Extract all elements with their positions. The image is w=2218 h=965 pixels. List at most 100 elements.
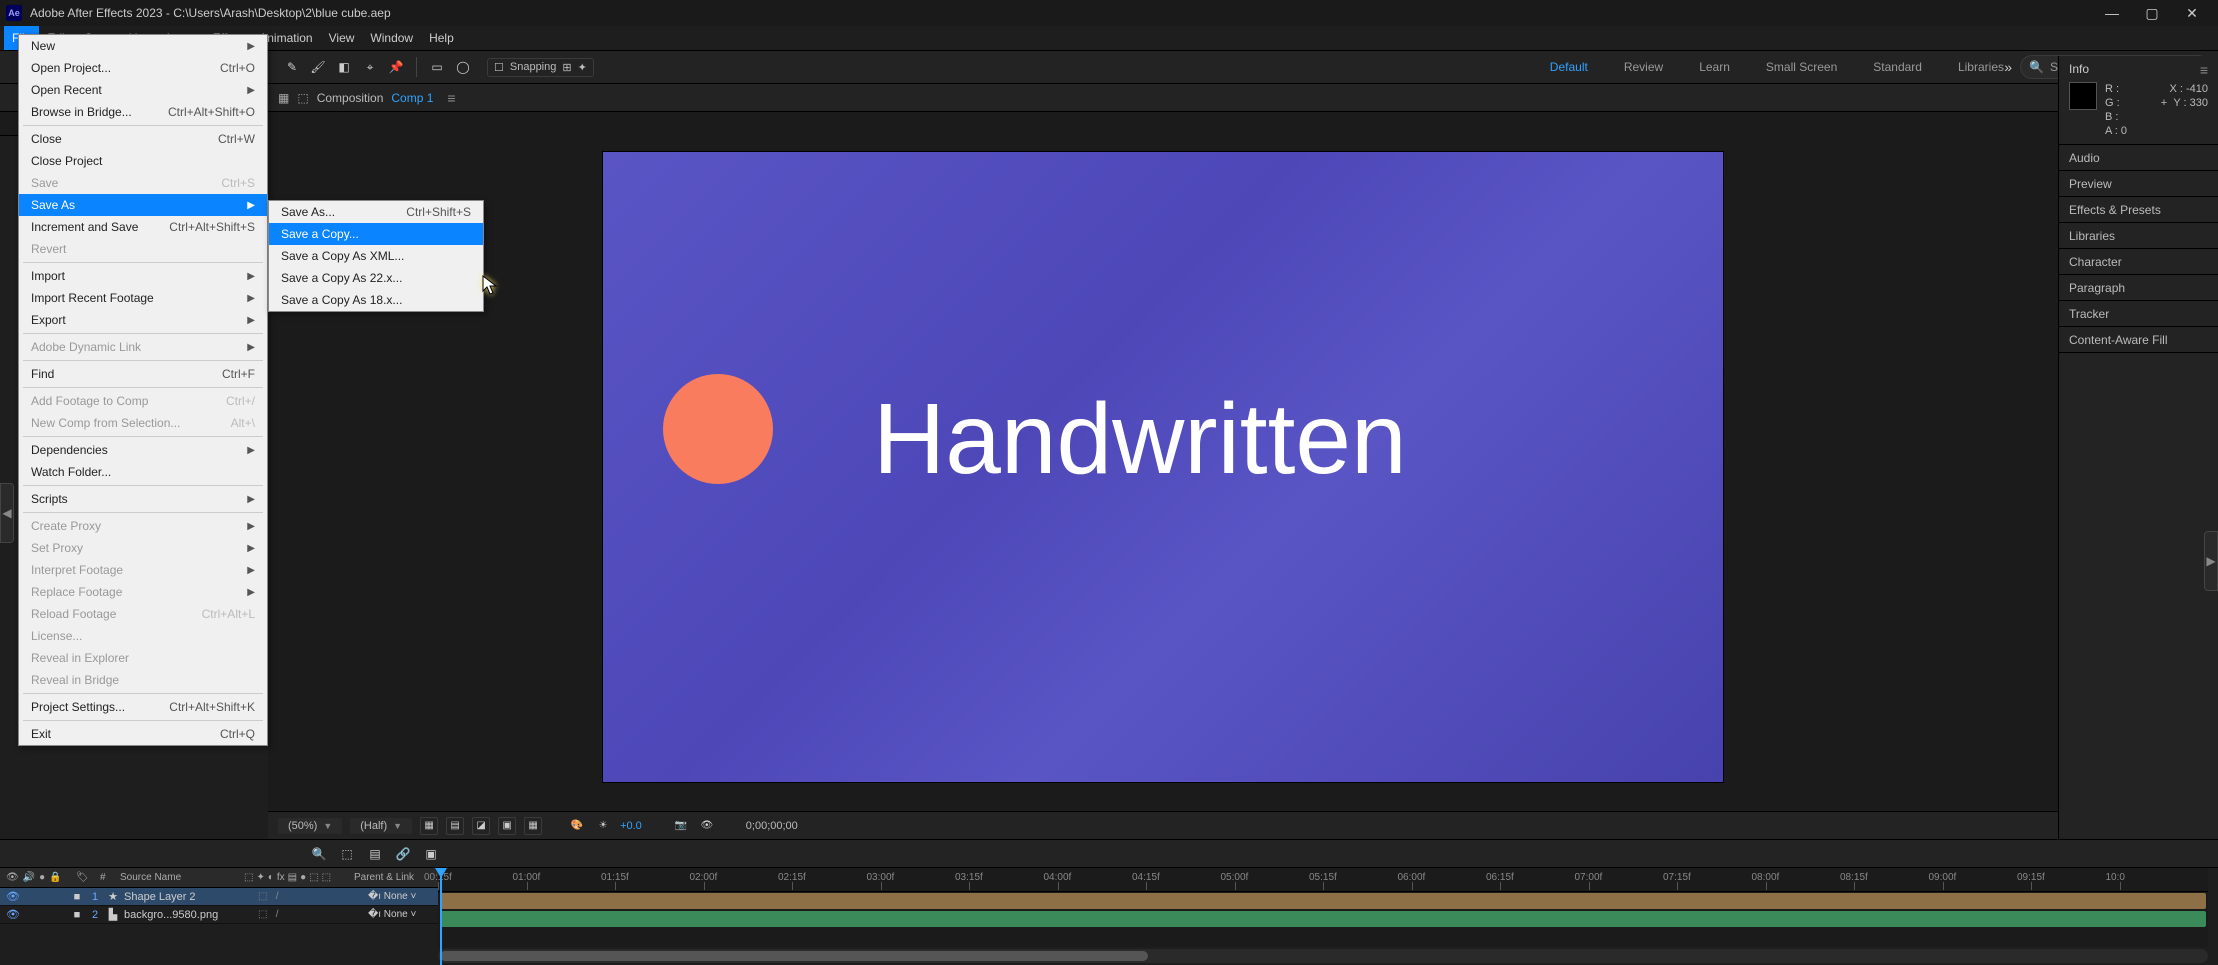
timeline-track-area[interactable]: [438, 892, 2208, 947]
minimize-button[interactable]: —: [2092, 0, 2132, 26]
timecode-display[interactable]: 0;00;00;00: [746, 820, 798, 832]
workspace-default[interactable]: Default: [1546, 58, 1592, 76]
file-menu-exit[interactable]: ExitCtrl+Q: [19, 723, 267, 745]
file-menu-dependencies[interactable]: Dependencies▶: [19, 439, 267, 461]
right-expand-handle[interactable]: ▶: [2204, 531, 2218, 591]
workspace-review[interactable]: Review: [1620, 58, 1667, 76]
file-menu-import-recent-footage[interactable]: Import Recent Footage▶: [19, 287, 267, 309]
file-menu-browse-in-bridge[interactable]: Browse in Bridge...Ctrl+Alt+Shift+O: [19, 101, 267, 123]
maximize-button[interactable]: ▢: [2132, 0, 2172, 26]
layer-switches[interactable]: ⬚ /: [258, 909, 368, 920]
tl-shy-icon[interactable]: ⬚: [338, 845, 356, 863]
panel-libraries[interactable]: Libraries: [2059, 223, 2218, 249]
eraser-tool-icon[interactable]: ◧: [334, 57, 354, 77]
layer-row-2[interactable]: 👁■2▙backgro...9580.png⬚ / �ı None ˅: [0, 906, 438, 924]
layer-name[interactable]: Shape Layer 2: [120, 891, 258, 903]
lock-column-icon[interactable]: 🔒: [49, 872, 61, 883]
file-menu-import[interactable]: Import▶: [19, 265, 267, 287]
workspace-learn[interactable]: Learn: [1695, 58, 1734, 76]
composition-name[interactable]: Comp 1: [391, 91, 433, 105]
close-button[interactable]: ✕: [2172, 0, 2212, 26]
color-mgmt-icon[interactable]: 🎨: [568, 817, 586, 835]
left-expand-handle[interactable]: ◀: [0, 483, 14, 543]
menu-window[interactable]: Window: [362, 26, 421, 50]
layer-name[interactable]: backgro...9580.png: [120, 909, 258, 921]
saveas-save-a-copy-as-x[interactable]: Save a Copy As 18.x...: [269, 289, 483, 311]
snapping-toggle[interactable]: ☐ Snapping ⊞ ✦: [487, 58, 594, 77]
file-menu-increment-and-save[interactable]: Increment and SaveCtrl+Alt+Shift+S: [19, 216, 267, 238]
workspace-standard[interactable]: Standard: [1869, 58, 1926, 76]
mask-icon[interactable]: ◪: [472, 817, 490, 835]
eye-icon[interactable]: 👁: [6, 890, 20, 903]
exposure-value[interactable]: +0.0: [620, 820, 642, 832]
audio-column-icon[interactable]: 🔊: [23, 872, 35, 883]
menu-help[interactable]: Help: [421, 26, 462, 50]
overflow-icon[interactable]: »: [2004, 59, 2012, 75]
viewer-stage[interactable]: Handwritten: [268, 112, 2058, 810]
layer-bar-1[interactable]: [440, 893, 2206, 909]
file-menu-open-recent[interactable]: Open Recent▶: [19, 79, 267, 101]
solo-column-icon[interactable]: ●: [39, 872, 45, 883]
panel-menu-icon[interactable]: ≡: [447, 90, 455, 106]
file-menu-project-settings[interactable]: Project Settings...Ctrl+Alt+Shift+K: [19, 696, 267, 718]
tl-link-icon[interactable]: 🔗: [394, 845, 412, 863]
flow-icon[interactable]: ⬚: [297, 91, 308, 105]
label-color[interactable]: ■: [70, 909, 84, 921]
brush-tool-icon[interactable]: 🖌: [308, 57, 328, 77]
timeline-scrollbar[interactable]: [438, 949, 2208, 963]
workspace-small-screen[interactable]: Small Screen: [1762, 58, 1841, 76]
workspace-libraries[interactable]: Libraries: [1954, 58, 2008, 76]
eye-column-icon[interactable]: 👁: [6, 872, 19, 883]
panel-preview[interactable]: Preview: [2059, 171, 2218, 197]
layer-row-1[interactable]: 👁■1★Shape Layer 2⬚ / �ı None ˅: [0, 888, 438, 906]
tl-graph-icon[interactable]: ▣: [422, 845, 440, 863]
file-menu-scripts[interactable]: Scripts▶: [19, 488, 267, 510]
panel-character[interactable]: Character: [2059, 249, 2218, 275]
tl-layers-icon[interactable]: ▤: [366, 845, 384, 863]
ellipse-tool-icon[interactable]: ◯: [453, 57, 473, 77]
file-menu-close[interactable]: CloseCtrl+W: [19, 128, 267, 150]
composition-canvas[interactable]: Handwritten: [603, 152, 1723, 782]
layer-bar-2[interactable]: [440, 911, 2206, 927]
panel-audio[interactable]: Audio: [2059, 145, 2218, 171]
eye-icon[interactable]: 👁: [6, 908, 20, 921]
panel-content-aware-fill[interactable]: Content-Aware Fill: [2059, 327, 2218, 353]
rect-tool-icon[interactable]: ▭: [427, 57, 447, 77]
parent-dropdown[interactable]: �ı None ˅: [368, 909, 438, 920]
saveas-save-a-copy[interactable]: Save a Copy...: [269, 223, 483, 245]
resolution-dropdown[interactable]: (Half)▼: [350, 818, 412, 834]
guides-icon[interactable]: ▤: [446, 817, 464, 835]
label-column-icon[interactable]: 🏷: [70, 872, 94, 883]
tl-search-icon[interactable]: 🔍: [310, 845, 328, 863]
file-menu-open-project[interactable]: Open Project...Ctrl+O: [19, 57, 267, 79]
clone-tool-icon[interactable]: ⌖: [360, 57, 380, 77]
file-menu-export[interactable]: Export▶: [19, 309, 267, 331]
panel-paragraph[interactable]: Paragraph: [2059, 275, 2218, 301]
playhead[interactable]: [440, 868, 442, 965]
label-color[interactable]: ■: [70, 891, 84, 903]
file-menu-save-as[interactable]: Save As▶: [19, 194, 267, 216]
source-name-header[interactable]: Source Name: [114, 872, 238, 883]
pin-tool-icon[interactable]: 📌: [386, 57, 406, 77]
saveas-save-a-copy-as-x[interactable]: Save a Copy As 22.x...: [269, 267, 483, 289]
panel-menu-icon[interactable]: ≡: [2200, 62, 2208, 78]
file-menu-new[interactable]: New▶: [19, 35, 267, 57]
grid-icon[interactable]: ▦: [420, 817, 438, 835]
panel-tracker[interactable]: Tracker: [2059, 301, 2218, 327]
zoom-dropdown[interactable]: (50%)▼: [278, 818, 342, 834]
file-menu-find[interactable]: FindCtrl+F: [19, 363, 267, 385]
snapshot-icon[interactable]: 📷: [672, 817, 690, 835]
parent-dropdown[interactable]: �ı None ˅: [368, 891, 438, 902]
file-menu-close-project[interactable]: Close Project: [19, 150, 267, 172]
pen-tool-icon[interactable]: ✎: [282, 57, 302, 77]
scrollbar-thumb[interactable]: [440, 951, 1148, 961]
transparency-icon[interactable]: ▦: [524, 817, 542, 835]
layer-switches[interactable]: ⬚ /: [258, 891, 368, 902]
shape-circle[interactable]: [663, 374, 773, 484]
show-snapshot-icon[interactable]: 👁: [698, 817, 716, 835]
menu-view[interactable]: View: [321, 26, 363, 50]
layers-icon[interactable]: ▦: [278, 91, 289, 105]
region-icon[interactable]: ▣: [498, 817, 516, 835]
saveas-save-a-copy-as-xml[interactable]: Save a Copy As XML...: [269, 245, 483, 267]
file-menu-watch-folder[interactable]: Watch Folder...: [19, 461, 267, 483]
